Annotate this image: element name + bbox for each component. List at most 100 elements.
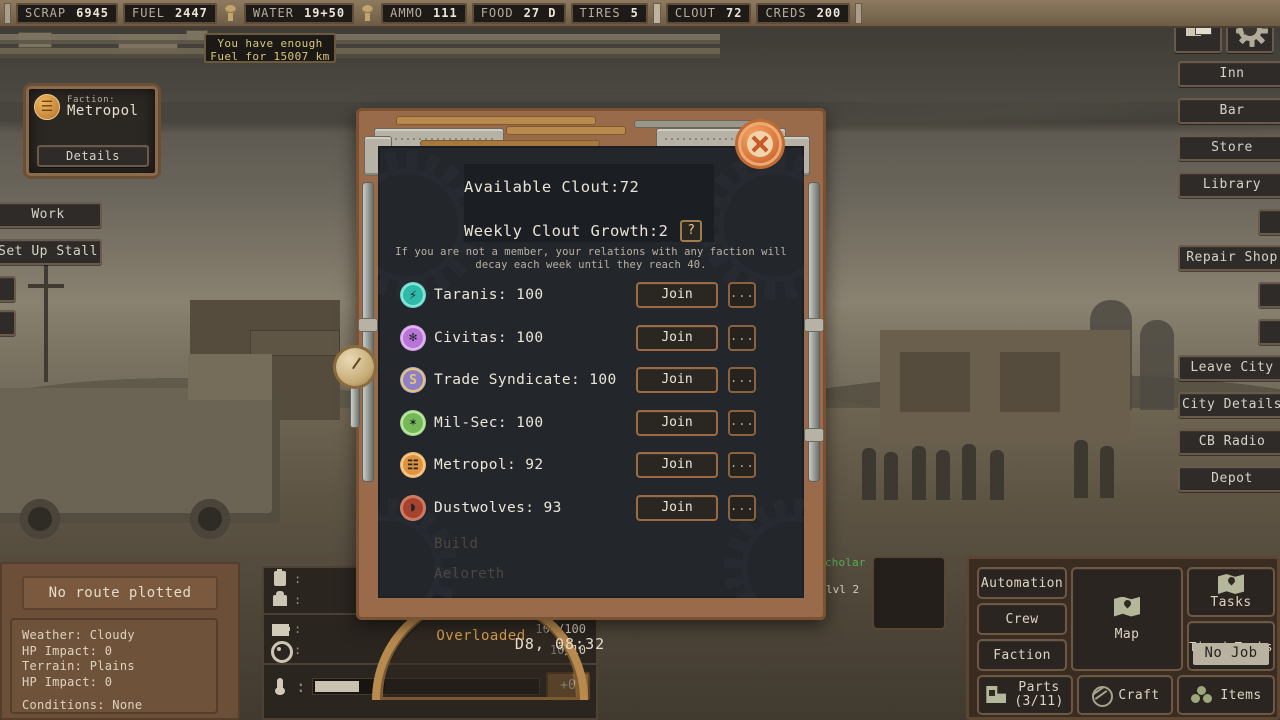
sidebar-collapsed-button[interactable] <box>1258 319 1280 345</box>
sidebar-item-cb-radio[interactable]: CB Radio <box>1178 429 1280 455</box>
truck-sprite <box>0 354 280 539</box>
faction-row-faded: Aeloreth <box>378 559 804 589</box>
join-button[interactable]: Join <box>636 367 718 394</box>
npc-figure <box>884 452 898 500</box>
set-up-stall-button[interactable]: Set Up Stall <box>0 239 102 265</box>
resource-fuel[interactable]: FUEL 2447 <box>123 2 217 24</box>
route-weather-hp: HP Impact: 0 <box>22 643 113 658</box>
resource-ammo[interactable]: AMMO 111 <box>381 2 467 24</box>
close-valve-icon[interactable] <box>738 122 782 166</box>
resource-value: 2447 <box>174 6 208 20</box>
bar-divider <box>652 2 661 24</box>
resource-label: SCRAP <box>25 6 67 20</box>
utility-pole <box>28 256 64 382</box>
frame-side-cap <box>358 318 378 332</box>
more-options-button[interactable]: ... <box>728 452 756 479</box>
decay-warning-text: If you are not a member, your relations … <box>395 246 787 271</box>
resource-food[interactable]: FOOD 27 D <box>471 2 566 24</box>
sidebar-item-inn[interactable]: Inn <box>1178 61 1280 87</box>
timed-tasks-button[interactable]: Timed Tasks No Job <box>1187 621 1275 671</box>
sidebar-collapsed-button[interactable] <box>1258 282 1280 308</box>
resource-value: 200 <box>816 6 842 20</box>
resource-water[interactable]: WATER 19+50 <box>243 2 355 24</box>
crew-button[interactable]: Crew <box>977 603 1067 635</box>
building-shape <box>250 330 340 356</box>
parts-label: Parts <box>1018 680 1060 695</box>
crew-slot[interactable] <box>872 556 946 630</box>
faction-button[interactable]: Faction <box>977 639 1067 671</box>
faction-relations-dialog: Available Clout:72 Weekly Clout Growth:2… <box>336 108 826 620</box>
faction-name: Taranis: 100 <box>434 287 544 304</box>
fuel-range-tooltip: You have enough Fuel for 15007 km <box>204 33 336 63</box>
resource-value: 19+50 <box>303 6 346 20</box>
help-button[interactable]: ? <box>680 220 703 242</box>
resource-label: FUEL <box>132 6 165 20</box>
more-options-button[interactable]: ... <box>728 367 756 394</box>
craft-button[interactable]: Craft <box>1077 675 1173 715</box>
battery-icon <box>270 620 290 637</box>
faction-row: ◗ Dustwolves: 93 Join ... <box>378 487 804 530</box>
resource-value: 5 <box>630 6 639 20</box>
metropol-faction-icon: ☷ <box>400 452 426 479</box>
resource-value: 6945 <box>76 6 110 20</box>
faction-list: ⚡ Taranis: 100 Join ... ✻ Civitas: 100 J… <box>378 274 804 589</box>
fuel-can-icon <box>270 569 290 587</box>
frame-pipe <box>506 126 626 135</box>
resource-tires[interactable]: TIRES 5 <box>570 2 648 24</box>
more-options-button[interactable]: ... <box>728 409 756 436</box>
resource-scrap[interactable]: SCRAP 6945 <box>16 2 119 24</box>
map-label: Map <box>1114 626 1140 642</box>
resource-label: CLOUT <box>674 6 716 20</box>
npc-figure <box>962 444 976 500</box>
bank-building-icon: ☰ <box>34 94 60 120</box>
sidebar-item-store[interactable]: Store <box>1178 135 1280 161</box>
resource-clout[interactable]: CLOUT 72 <box>665 2 752 24</box>
sidebar-item-repair-shop[interactable]: Repair Shop <box>1178 245 1280 271</box>
sidebar-item-depot[interactable]: Depot <box>1178 466 1280 492</box>
automation-button[interactable]: Automation <box>977 567 1067 599</box>
truck-cab <box>188 354 272 400</box>
pipe-decoration <box>0 28 720 62</box>
scholar-level: lvl 2 <box>826 583 860 596</box>
route-terrain-hp: HP Impact: 0 <box>22 674 113 689</box>
left-collapsed-button[interactable] <box>0 276 16 302</box>
map-button[interactable]: Map <box>1071 567 1183 671</box>
resource-value: 72 <box>725 6 743 20</box>
weekly-growth-label: Weekly Clout Growth:2 <box>464 222 669 240</box>
route-info: Weather: Cloudy HP Impact: 0 Terrain: Pl… <box>10 618 218 714</box>
join-button[interactable]: Join <box>636 494 718 521</box>
more-options-button[interactable]: ... <box>728 324 756 351</box>
sidebar-item-library[interactable]: Library <box>1178 172 1280 198</box>
resource-value: 27 D <box>523 6 557 20</box>
faction-name: Dustwolves: 93 <box>434 499 562 516</box>
sidebar-item-city-details[interactable]: City Details <box>1178 392 1280 418</box>
tooltip-line-2: Fuel for 15007 km <box>210 50 330 63</box>
work-button[interactable]: Work <box>0 202 102 228</box>
silo-shape <box>1140 320 1174 410</box>
civitas-faction-icon: ✻ <box>400 324 426 351</box>
weekly-clout-growth: Weekly Clout Growth:2 ? <box>464 220 714 242</box>
parts-button[interactable]: Parts (3/11) <box>977 675 1073 715</box>
join-button[interactable]: Join <box>636 324 718 351</box>
faction-details-button[interactable]: Details <box>37 145 149 167</box>
join-button[interactable]: Join <box>636 452 718 479</box>
sidebar-item-bar[interactable]: Bar <box>1178 98 1280 124</box>
frame-side-cap <box>804 318 824 332</box>
items-icon <box>1190 686 1214 704</box>
faction-card: ☰ Faction: Metropol Details <box>26 86 158 176</box>
more-options-button[interactable]: ... <box>728 282 756 309</box>
more-options-button[interactable]: ... <box>728 494 756 521</box>
tasks-icon <box>1218 574 1244 592</box>
left-collapsed-button[interactable] <box>0 310 16 336</box>
resource-creds[interactable]: CREDS 200 <box>756 2 851 24</box>
dustwolves-faction-icon: ◗ <box>400 494 426 521</box>
frame-side-pipe <box>362 182 374 482</box>
faction-row: ⚡ Taranis: 100 Join ... <box>378 274 804 317</box>
map-icon <box>1114 597 1140 617</box>
join-button[interactable]: Join <box>636 409 718 436</box>
tasks-button[interactable]: Tasks <box>1187 567 1275 617</box>
sidebar-collapsed-button[interactable] <box>1258 209 1280 235</box>
join-button[interactable]: Join <box>636 282 718 309</box>
items-button[interactable]: Items <box>1177 675 1275 715</box>
sidebar-item-leave-city[interactable]: Leave City <box>1178 355 1280 381</box>
